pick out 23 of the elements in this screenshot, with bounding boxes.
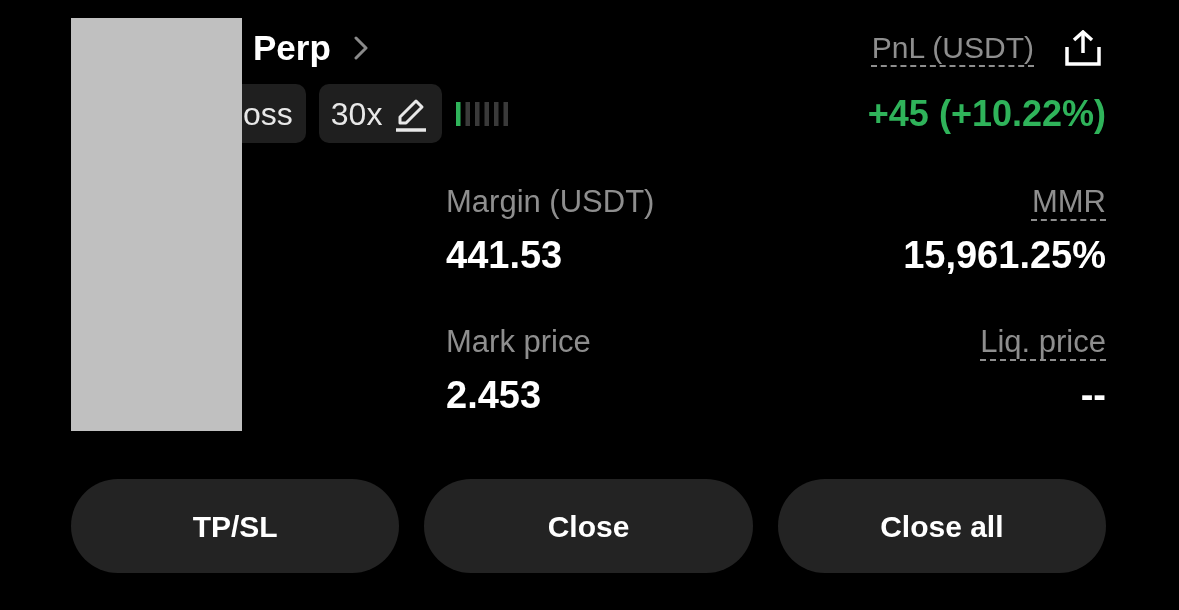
stat-value: 441.53 (446, 234, 563, 276)
risk-meter-segment (465, 101, 471, 126)
margin-mode-button[interactable]: oss (242, 84, 306, 143)
risk-meter-segment (503, 101, 509, 126)
contract-title[interactable]: Perp (253, 28, 331, 68)
risk-meter-segment (484, 101, 490, 126)
stat-label[interactable]: MMR (1031, 184, 1106, 220)
action-button[interactable]: Close (424, 479, 753, 573)
action-button[interactable]: Close all (777, 479, 1106, 573)
pnl-value: +45 (+10.22%) (867, 92, 1106, 135)
pnl-label[interactable]: PnL (USDT) (871, 30, 1034, 66)
stat-value: -- (1080, 374, 1106, 416)
stat-value: 2.453 (446, 374, 542, 416)
risk-meter-segment (475, 101, 480, 126)
stat-label: Margin (USDT) (446, 184, 655, 220)
share-icon[interactable] (1064, 30, 1102, 66)
stat-label: Mark price (446, 324, 591, 360)
leverage-button[interactable]: 30x (318, 84, 443, 143)
risk-meter-segment (494, 101, 499, 126)
stat-label[interactable]: Liq. price (980, 324, 1106, 360)
chevron-right-icon[interactable] (352, 36, 369, 60)
action-button[interactable]: TP/SL (71, 479, 400, 573)
stat-value: 15,961.25% (903, 234, 1106, 276)
